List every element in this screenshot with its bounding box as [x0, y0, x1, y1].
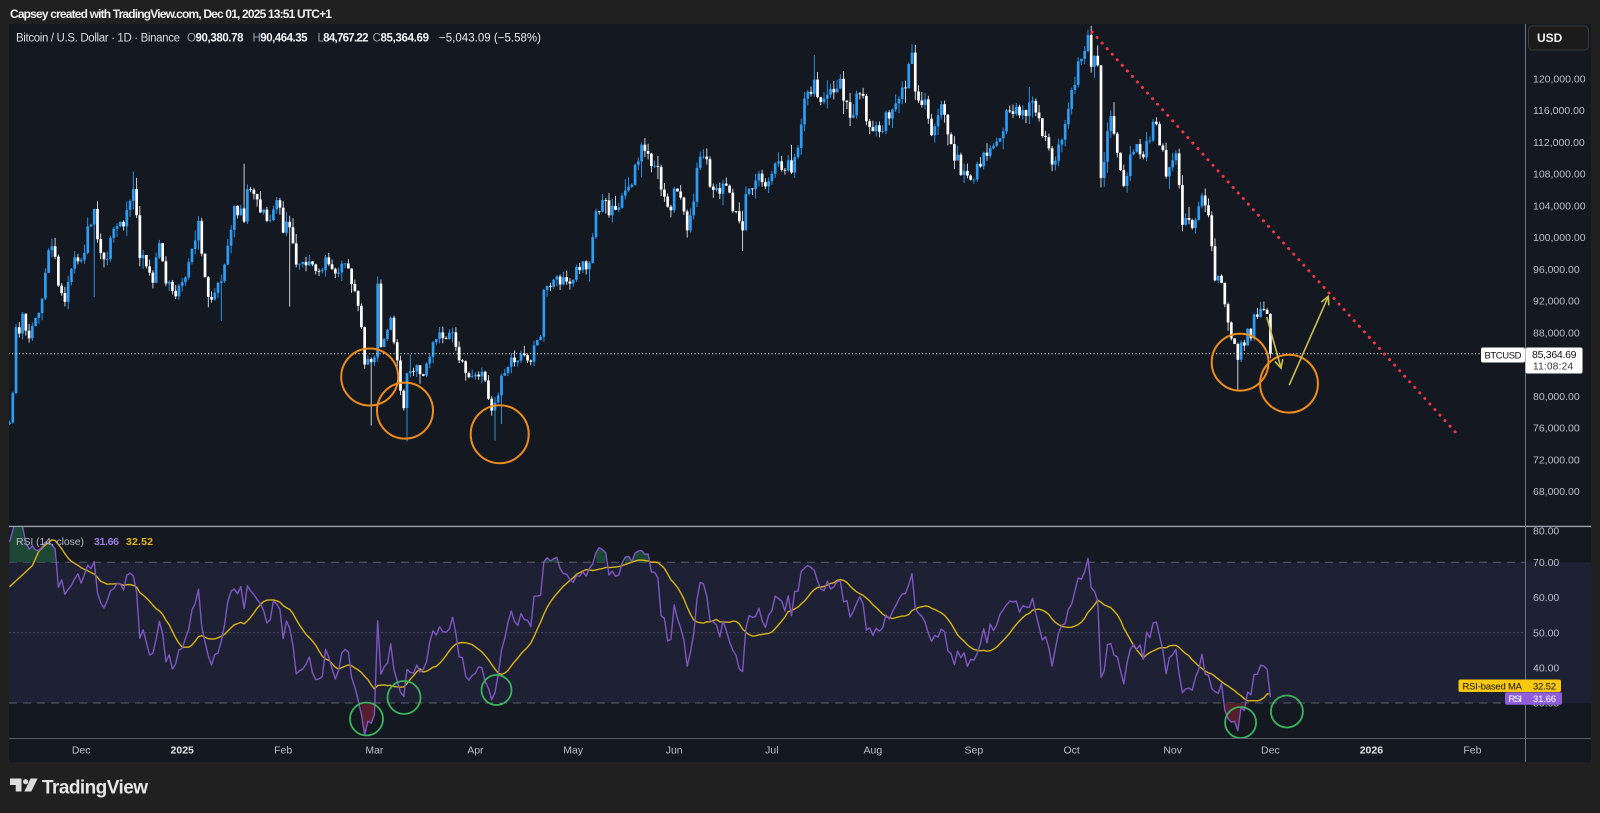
svg-text:Feb: Feb: [1463, 745, 1481, 757]
svg-text:92,000.00: 92,000.00: [1533, 296, 1580, 308]
svg-text:80,000.00: 80,000.00: [1533, 391, 1580, 403]
svg-text:85,364.69: 85,364.69: [1532, 349, 1577, 361]
svg-text:60.00: 60.00: [1533, 592, 1559, 604]
svg-text:Nov: Nov: [1163, 745, 1182, 757]
svg-text:−5,043.09 (−5.58%): −5,043.09 (−5.58%): [439, 33, 541, 45]
svg-text:Jul: Jul: [765, 745, 778, 757]
svg-text:32.52: 32.52: [1533, 681, 1556, 692]
svg-text:76,000.00: 76,000.00: [1533, 423, 1580, 435]
svg-text:C85,364.69: C85,364.69: [373, 33, 430, 45]
svg-text:2026: 2026: [1360, 745, 1384, 757]
svg-text:TradingView: TradingView: [42, 778, 148, 799]
svg-text:H90,464.35: H90,464.35: [253, 33, 309, 45]
svg-text:120,000.00: 120,000.00: [1533, 74, 1586, 86]
svg-text:Oct: Oct: [1064, 745, 1080, 757]
svg-text:L84,767.22: L84,767.22: [318, 33, 369, 45]
svg-text:31.66: 31.66: [1533, 694, 1556, 705]
svg-text:RSI (14, close): RSI (14, close): [16, 536, 84, 548]
svg-text:116,000.00: 116,000.00: [1533, 105, 1585, 117]
svg-text:108,000.00: 108,000.00: [1533, 169, 1586, 181]
svg-text:Apr: Apr: [467, 745, 484, 757]
svg-text:May: May: [563, 745, 584, 757]
svg-text:Capsey created with TradingVie: Capsey created with TradingView.com, Dec…: [10, 7, 332, 21]
svg-text:11:08:24: 11:08:24: [1533, 362, 1573, 373]
svg-text:Jun: Jun: [666, 745, 683, 757]
svg-text:50.00: 50.00: [1533, 627, 1559, 639]
svg-text:68,000.00: 68,000.00: [1533, 486, 1580, 498]
svg-text:RSI-based MA: RSI-based MA: [1463, 681, 1523, 692]
svg-text:40.00: 40.00: [1533, 663, 1559, 675]
svg-text:88,000.00: 88,000.00: [1533, 328, 1580, 340]
svg-text:96,000.00: 96,000.00: [1533, 264, 1580, 276]
svg-text:Dec: Dec: [1261, 745, 1280, 757]
svg-text:112,000.00: 112,000.00: [1533, 137, 1585, 149]
svg-text:O90,380.78: O90,380.78: [187, 33, 244, 45]
svg-text:80.00: 80.00: [1533, 526, 1559, 538]
svg-text:104,000.00: 104,000.00: [1533, 201, 1586, 213]
svg-text:Mar: Mar: [365, 745, 384, 757]
svg-text:72,000.00: 72,000.00: [1533, 455, 1580, 467]
svg-text:Dec: Dec: [72, 745, 91, 757]
svg-text:31.66: 31.66: [94, 536, 119, 548]
svg-text:70.00: 70.00: [1533, 557, 1559, 569]
svg-text:32.52: 32.52: [126, 536, 153, 548]
svg-text:2025: 2025: [171, 745, 195, 757]
svg-text:USD: USD: [1537, 31, 1563, 45]
svg-text:100,000.00: 100,000.00: [1533, 232, 1586, 244]
svg-text:Bitcoin / U.S. Dollar · 1D · B: Bitcoin / U.S. Dollar · 1D · Binance: [16, 33, 180, 45]
svg-text:BTCUSD: BTCUSD: [1485, 351, 1522, 362]
svg-text:Aug: Aug: [864, 745, 883, 757]
svg-text:Feb: Feb: [274, 745, 292, 757]
svg-text:RSI: RSI: [1509, 694, 1523, 705]
svg-text:Sep: Sep: [965, 745, 984, 757]
